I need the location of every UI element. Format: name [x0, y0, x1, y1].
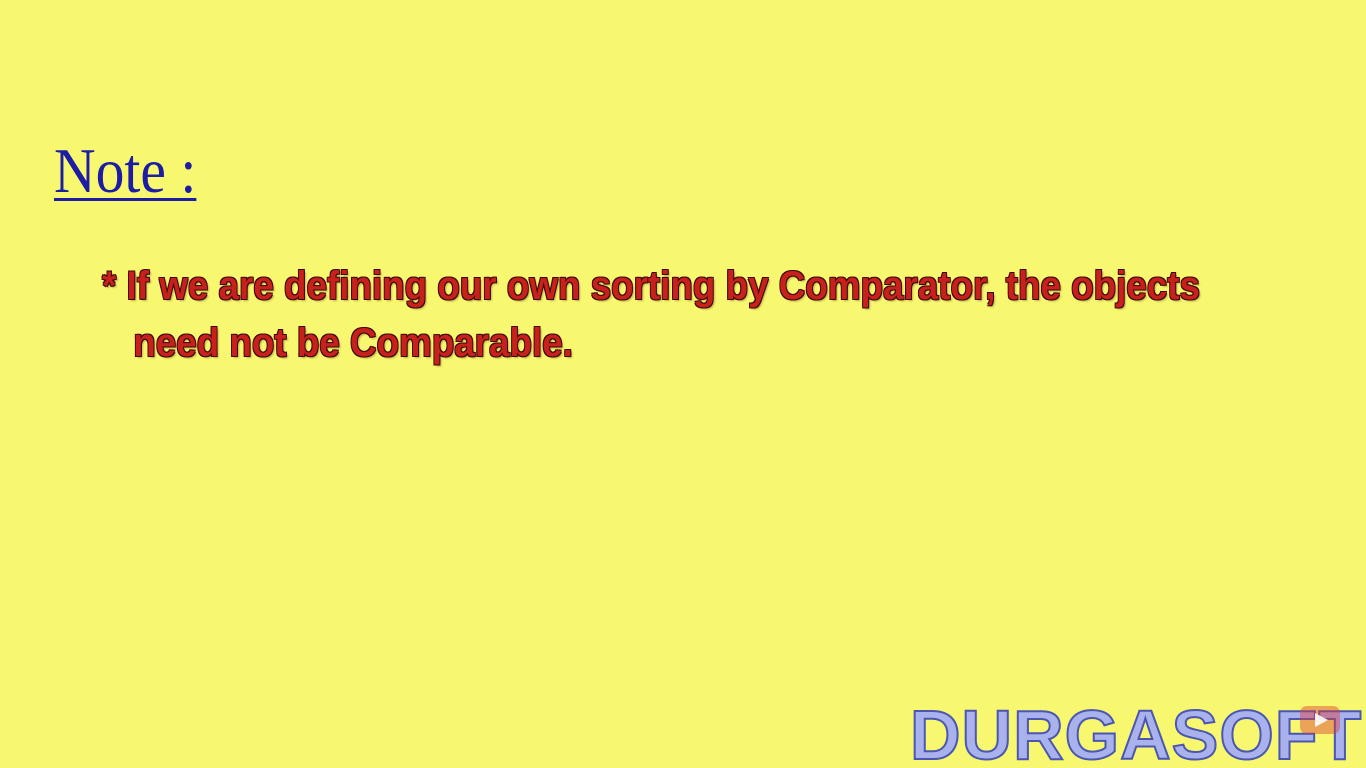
youtube-play-icon[interactable] — [1300, 706, 1340, 734]
durgasoft-logo: DURGASOFT — [909, 696, 1363, 768]
note-heading: Note : — [54, 135, 197, 206]
bullet-line-1: * If we are defining our own sorting by … — [102, 264, 1201, 308]
bullet-point: * If we are defining our own sorting by … — [102, 258, 1201, 372]
slide: Note : * If we are defining our own sort… — [0, 0, 1366, 768]
bullet-line-2: need not be Comparable. — [133, 321, 573, 365]
